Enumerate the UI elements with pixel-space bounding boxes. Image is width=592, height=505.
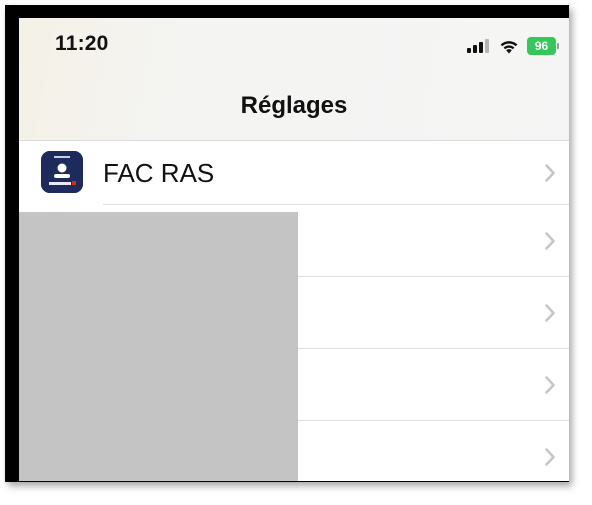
settings-row-fac-ras[interactable]: FAC RAS — [19, 141, 569, 205]
battery-percent: 96 — [534, 39, 549, 53]
phone-screen: 11:20 96 Réglages FAC RAS — [19, 18, 569, 481]
chevron-right-icon — [545, 448, 555, 466]
chevron-right-icon — [545, 232, 555, 250]
battery-charging-icon: 96 — [527, 37, 559, 55]
chevron-right-icon — [545, 376, 555, 394]
page-title: Réglages — [240, 92, 348, 119]
cellular-signal-icon — [467, 39, 489, 53]
screenshot-frame: 11:20 96 Réglages FAC RAS — [5, 5, 569, 482]
chevron-right-icon — [545, 304, 555, 322]
navigation-header: 11:20 96 Réglages — [19, 18, 569, 141]
fac-ras-app-icon — [41, 151, 83, 193]
redaction-block — [19, 212, 298, 481]
status-time: 11:20 — [55, 32, 109, 55]
settings-row-label: FAC RAS — [103, 158, 215, 188]
status-icons: 96 — [467, 37, 559, 55]
battery-cap — [557, 43, 559, 49]
wifi-icon — [500, 40, 518, 53]
chevron-right-icon — [545, 164, 555, 182]
